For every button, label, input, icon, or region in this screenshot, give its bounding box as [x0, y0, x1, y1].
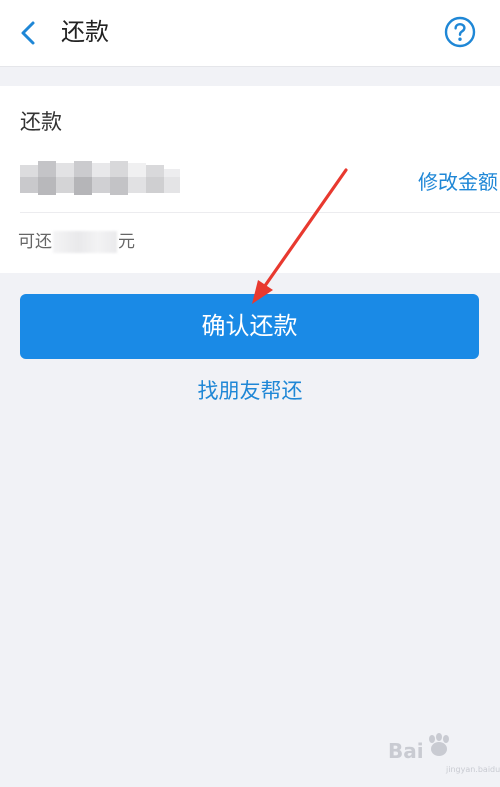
blurred-amount-value	[20, 161, 180, 195]
watermark-text: Bai	[388, 739, 424, 763]
question-circle-icon	[444, 16, 476, 48]
top-nav-bar: 还款	[0, 0, 500, 67]
repayment-page: 还款 还款 修改金额 可还 元 确认还款 找朋友帮还 Bai jingyan.b…	[0, 0, 500, 787]
ask-friend-link[interactable]: 找朋友帮还	[0, 375, 500, 407]
watermark-sub: jingyan.baidu.com	[446, 765, 500, 774]
help-button[interactable]	[444, 16, 476, 48]
available-suffix: 元	[118, 232, 135, 252]
confirm-repayment-button[interactable]: 确认还款	[20, 294, 479, 359]
card-divider	[20, 212, 500, 213]
available-prefix: 可还	[18, 232, 52, 252]
available-amount-row: 可还 元	[18, 229, 135, 255]
repayment-card: 还款 修改金额 可还 元	[0, 86, 500, 273]
amount-field[interactable]	[20, 159, 182, 199]
paw-icon	[429, 733, 449, 756]
back-button[interactable]	[14, 16, 46, 50]
repayment-section-title: 还款	[20, 110, 62, 134]
page-title: 还款	[61, 18, 109, 46]
baidu-jingyan-watermark: Bai jingyan.baidu.com	[388, 731, 500, 779]
blurred-available-value	[53, 231, 117, 253]
edit-amount-link[interactable]: 修改金额	[418, 168, 498, 196]
chevron-left-icon	[21, 21, 35, 45]
